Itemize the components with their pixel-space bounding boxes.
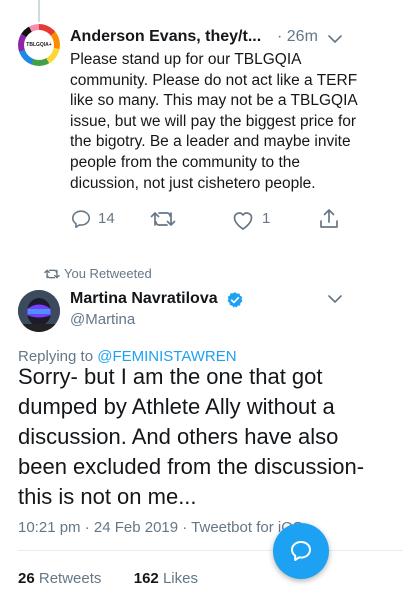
like-icon[interactable]	[231, 209, 255, 231]
retweets-count: 26	[18, 570, 35, 587]
verified-badge-icon	[227, 292, 243, 308]
thread-line	[38, 0, 40, 22]
likes-label: Likes	[162, 570, 198, 587]
tweet-meta: 10:21 pm · 24 Feb 2019 · Tweetbot for iO…	[18, 519, 303, 536]
tweet-text: Sorry- but I am the one that got dumped …	[18, 364, 365, 509]
retweets-stat[interactable]: 26 Retweets	[18, 570, 101, 587]
reply-count: 14	[98, 210, 115, 227]
retweets-label: Retweets	[38, 570, 102, 587]
likes-stat[interactable]: 162 Likes	[134, 570, 198, 587]
avatar[interactable]	[18, 290, 60, 332]
tweet-stats: 26 Retweets 162 Likes	[18, 570, 198, 587]
chevron-down-icon[interactable]	[328, 294, 342, 304]
tweet-text: Please stand up for our TBLGQIA communit…	[70, 51, 358, 192]
compose-icon	[291, 541, 311, 561]
retweet-icon	[44, 269, 60, 279]
avatar[interactable]: TBLGQIA+	[18, 24, 60, 66]
likes-count: 162	[133, 570, 159, 587]
author-handle[interactable]: @Martina	[70, 311, 135, 328]
share-icon[interactable]	[318, 207, 340, 231]
retweet-icon[interactable]	[150, 209, 176, 229]
timestamp: · 26m	[277, 28, 318, 45]
compose-button[interactable]	[273, 523, 329, 579]
reply-icon[interactable]	[70, 208, 92, 230]
author-name[interactable]: Anderson Evans, they/t...	[70, 28, 261, 46]
avatar-label: TBLGQIA+	[24, 30, 54, 60]
like-count: 1	[262, 210, 271, 227]
retweet-label: You Retweeted	[64, 266, 152, 281]
avatar-image	[18, 290, 60, 332]
chevron-down-icon[interactable]	[328, 34, 342, 44]
divider	[18, 550, 403, 551]
author-name[interactable]: Martina Navratilova	[70, 290, 218, 308]
